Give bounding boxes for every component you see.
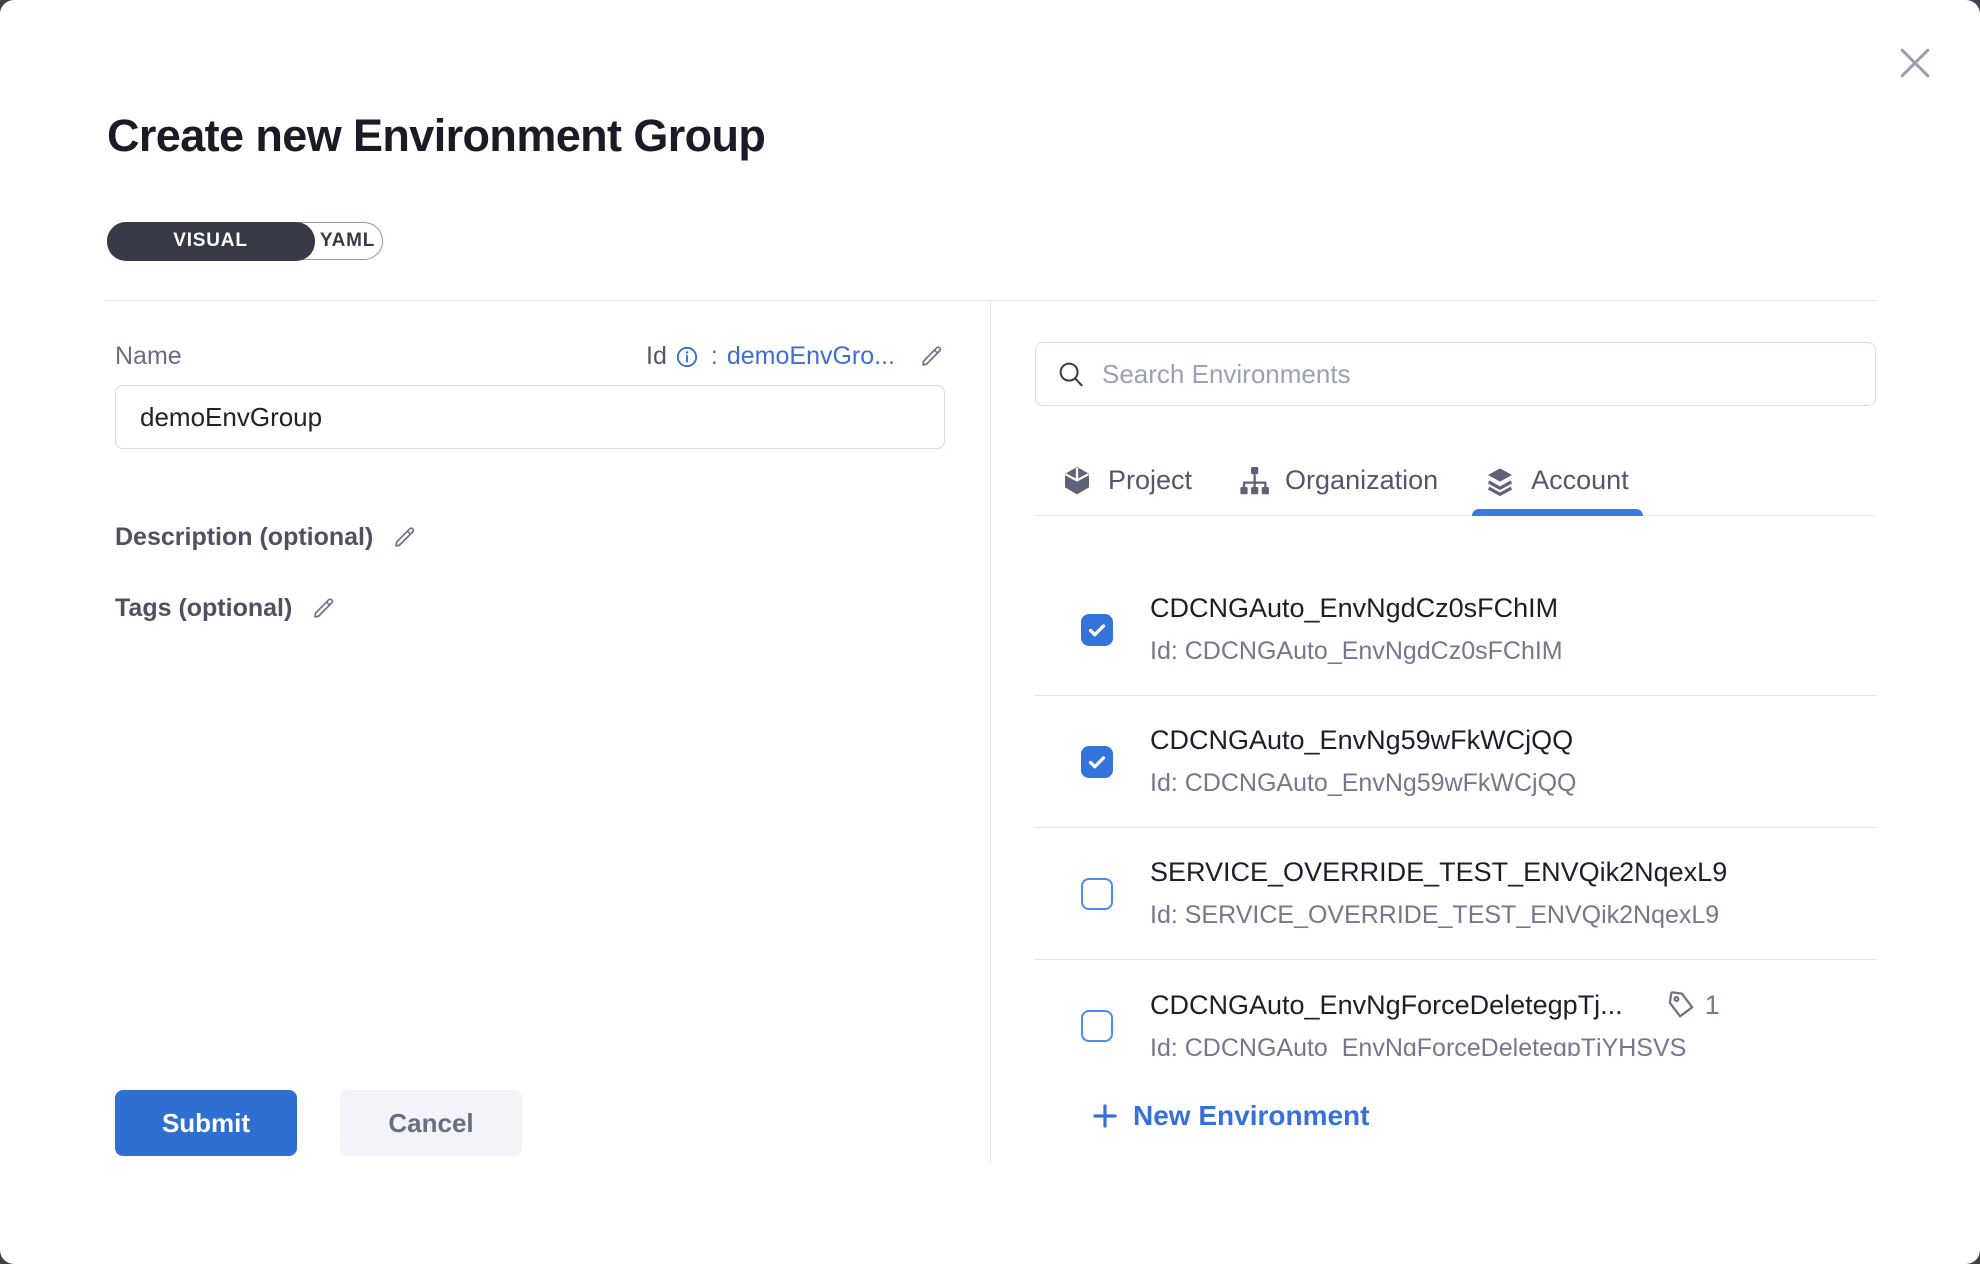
- id-separator: :: [711, 342, 718, 371]
- environment-text: SERVICE_OVERRIDE_TEST_ENVQik2NqexL9 Id: S…: [1150, 857, 1727, 930]
- submit-button[interactable]: Submit: [115, 1090, 297, 1156]
- close-button[interactable]: [1890, 38, 1940, 88]
- environment-checkbox[interactable]: [1081, 1010, 1113, 1042]
- environment-list-item[interactable]: CDCNGAuto_EnvNgForceDeletegpTj... 1 Id: CD…: [1035, 960, 1876, 1056]
- close-x-icon: [1893, 41, 1937, 85]
- check-icon: [1086, 751, 1108, 773]
- description-row: Description (optional): [115, 523, 945, 552]
- id-label: Id: [646, 342, 667, 371]
- environment-tags: 1: [1665, 989, 1720, 1021]
- tab-label: Organization: [1285, 465, 1438, 496]
- tag-icon: [1663, 987, 1699, 1023]
- environment-list-item[interactable]: CDCNGAuto_EnvNg59wFkWCjQQ Id: CDCNGAuto_E…: [1035, 696, 1876, 828]
- panel-divider: [990, 301, 991, 1163]
- environment-text: CDCNGAuto_EnvNgdCz0sFChIM Id: CDCNGAuto_E…: [1150, 593, 1563, 666]
- check-icon: [1086, 619, 1108, 641]
- edit-tags-button[interactable]: [310, 595, 337, 622]
- page-title: Create new Environment Group: [107, 110, 765, 162]
- edit-pencil-icon: [391, 524, 418, 551]
- tab-project[interactable]: Project: [1061, 446, 1192, 515]
- org-chart-icon: [1238, 465, 1270, 497]
- edit-pencil-icon: [310, 595, 337, 622]
- entity-id-group: Id : demoEnvGro...: [646, 342, 945, 371]
- dialog-actions: Submit Cancel: [115, 1090, 522, 1156]
- environment-text: CDCNGAuto_EnvNgForceDeletegpTj... 1 Id: CD…: [1150, 989, 1720, 1056]
- environment-name: SERVICE_OVERRIDE_TEST_ENVQik2NqexL9: [1150, 857, 1727, 888]
- tab-visual[interactable]: VISUAL: [107, 222, 315, 261]
- tab-account[interactable]: Account: [1484, 446, 1629, 515]
- tab-label: Account: [1531, 465, 1629, 496]
- create-environment-group-dialog: Create new Environment Group VISUAL YAML…: [0, 0, 1980, 1264]
- tags-label: Tags (optional): [115, 594, 292, 623]
- environment-checkbox[interactable]: [1081, 614, 1113, 646]
- edit-pencil-icon: [918, 343, 945, 370]
- tab-yaml[interactable]: YAML: [313, 223, 382, 259]
- environment-text: CDCNGAuto_EnvNg59wFkWCjQQ Id: CDCNGAuto_E…: [1150, 725, 1577, 798]
- name-label: Name: [115, 342, 182, 371]
- edit-id-button[interactable]: [918, 343, 945, 370]
- environment-id: Id: CDCNGAuto_EnvNg59wFkWCjQQ: [1150, 769, 1577, 798]
- tags-row: Tags (optional): [115, 594, 945, 623]
- entity-id-value[interactable]: demoEnvGro...: [727, 342, 895, 371]
- tag-count: 1: [1705, 990, 1720, 1021]
- cancel-button[interactable]: Cancel: [340, 1090, 522, 1156]
- new-environment-label: New Environment: [1133, 1100, 1369, 1132]
- new-environment-button[interactable]: New Environment: [1090, 1100, 1369, 1132]
- environment-id: Id: CDCNGAuto_EnvNgForceDeletegpTjYHSVS: [1150, 1034, 1720, 1056]
- layers-icon: [1484, 465, 1516, 497]
- environment-list-item[interactable]: SERVICE_OVERRIDE_TEST_ENVQik2NqexL9 Id: S…: [1035, 828, 1876, 960]
- environment-id: Id: CDCNGAuto_EnvNgdCz0sFChIM: [1150, 637, 1563, 666]
- environment-checkbox[interactable]: [1081, 746, 1113, 778]
- environment-list-item[interactable]: CDCNGAuto_EnvNgdCz0sFChIM Id: CDCNGAuto_E…: [1035, 564, 1876, 696]
- info-icon[interactable]: [676, 346, 698, 368]
- tab-label: Project: [1108, 465, 1192, 496]
- environment-checkbox[interactable]: [1081, 878, 1113, 910]
- plus-icon: [1090, 1101, 1120, 1131]
- cube-icon: [1061, 465, 1093, 497]
- description-label: Description (optional): [115, 523, 373, 552]
- tab-organization[interactable]: Organization: [1238, 446, 1438, 515]
- environment-name: CDCNGAuto_EnvNgdCz0sFChIM: [1150, 593, 1558, 624]
- scope-tabs: Project Organization Account: [1035, 446, 1876, 516]
- visual-yaml-toggle: VISUAL YAML: [107, 222, 383, 260]
- form-panel: Name Id : demoEnvGro... Description (opt…: [115, 300, 945, 623]
- name-label-row: Name Id : demoEnvGro...: [115, 342, 945, 371]
- edit-description-button[interactable]: [391, 524, 418, 551]
- search-input[interactable]: [1102, 359, 1855, 390]
- environment-list: CDCNGAuto_EnvNgdCz0sFChIM Id: CDCNGAuto_E…: [1035, 516, 1876, 1056]
- environment-name: CDCNGAuto_EnvNgForceDeletegpTj...: [1150, 990, 1623, 1021]
- environment-id: Id: SERVICE_OVERRIDE_TEST_ENVQik2NqexL9: [1150, 901, 1727, 930]
- search-box: [1035, 342, 1876, 406]
- environment-picker-panel: Project Organization Account CDCNGAuto_E…: [1035, 300, 1876, 1056]
- search-icon: [1056, 359, 1086, 389]
- name-input[interactable]: [115, 385, 945, 449]
- environment-name: CDCNGAuto_EnvNg59wFkWCjQQ: [1150, 725, 1573, 756]
